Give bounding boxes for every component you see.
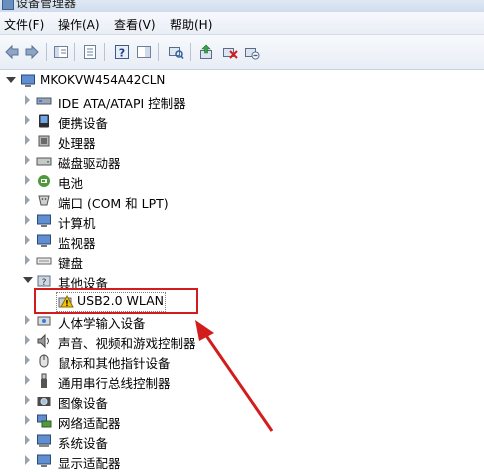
tree-category-item[interactable]: 监视器: [0, 231, 484, 251]
ide-controller-icon: [36, 97, 52, 105]
keyboard-icon: [36, 257, 52, 265]
tree-item-label: 图像设备: [58, 396, 109, 411]
menu-view[interactable]: 查看(V): [114, 16, 156, 33]
tree-item-label: IDE ATA/ATAPI 控制器: [58, 96, 186, 111]
disable-device-icon[interactable]: [244, 44, 260, 60]
tree-item-label: 网络适配器: [58, 416, 121, 431]
view-pane-icon[interactable]: [136, 44, 152, 60]
monitor-icon: [37, 234, 51, 247]
tree-category-item[interactable]: 处理器: [0, 131, 484, 151]
expand-arrow-icon[interactable]: [25, 195, 30, 205]
tree-category-item[interactable]: 端口 (COM 和 LPT): [0, 191, 484, 211]
expand-arrow-icon[interactable]: [25, 175, 30, 185]
expand-arrow-icon[interactable]: [25, 315, 30, 325]
usb-icon: [41, 373, 47, 388]
title-bar: 设备管理器: [0, 0, 484, 12]
mouse-icon: [39, 354, 49, 368]
tree-category-item[interactable]: 鼠标和其他指针设备: [0, 351, 484, 371]
tree-category-item[interactable]: 人体学输入设备: [0, 311, 484, 331]
expand-arrow-icon[interactable]: [25, 255, 30, 265]
update-driver-icon[interactable]: [198, 44, 214, 60]
expand-arrow-icon[interactable]: [25, 95, 30, 105]
tree-category-item[interactable]: 显示适配器: [0, 451, 484, 471]
tree-item-label: 人体学输入设备: [58, 316, 146, 331]
network-adapter-icon: [37, 414, 52, 428]
display-adapter-icon: [37, 454, 51, 467]
expand-arrow-icon[interactable]: [25, 355, 30, 365]
tree-category-item[interactable]: 电池: [0, 171, 484, 191]
device-manager-icon: [2, 0, 14, 10]
collapse-arrow-icon[interactable]: [23, 277, 33, 283]
processor-icon: [38, 135, 50, 147]
computer-icon: [37, 214, 51, 227]
svg-text:?: ?: [119, 47, 125, 60]
expand-arrow-icon[interactable]: [25, 215, 30, 225]
system-device-icon: [37, 434, 51, 447]
toolbar: ?: [0, 35, 484, 70]
computer-name: MKOKVW454A42CLN: [40, 73, 166, 87]
menu-help[interactable]: 帮助(H): [170, 16, 212, 33]
tree-item-label: 电池: [58, 176, 84, 191]
tree-category-item[interactable]: 磁盘驱动器: [0, 151, 484, 171]
tree-item-label: 端口 (COM 和 LPT): [58, 196, 169, 211]
window-title: 设备管理器: [16, 0, 77, 10]
expand-arrow-icon[interactable]: [25, 115, 30, 125]
computer-icon: [21, 74, 35, 87]
hid-icon: [37, 316, 51, 326]
svg-text:?: ?: [42, 278, 47, 288]
show-hide-tree-icon[interactable]: [53, 44, 69, 60]
menu-bar: 文件(F) 操作(A) 查看(V) 帮助(H): [0, 12, 484, 35]
tree-category-item[interactable]: 声音、视频和游戏控制器: [0, 331, 484, 351]
battery-icon: [38, 175, 50, 187]
expand-arrow-icon[interactable]: [25, 415, 30, 425]
tree-item-label: 显示适配器: [58, 456, 121, 471]
portable-device-icon: [39, 114, 49, 128]
tree-item-label: 计算机: [58, 216, 96, 231]
expand-arrow-icon[interactable]: [25, 435, 30, 445]
tree-root[interactable]: MKOKVW454A42CLN: [0, 71, 484, 91]
tree-item-label: 鼠标和其他指针设备: [58, 356, 171, 371]
device-tree: MKOKVW454A42CLN IDE ATA/ATAPI 控制器 便携设备处理器…: [0, 70, 484, 471]
collapse-arrow-icon[interactable]: [6, 77, 16, 83]
tree-item-label: 通用串行总线控制器: [58, 376, 171, 391]
tree-item-label: 便携设备: [58, 116, 109, 131]
tree-item-label: 系统设备: [58, 436, 109, 451]
tree-category-item[interactable]: 便携设备: [0, 111, 484, 131]
tree-category-item[interactable]: 系统设备: [0, 431, 484, 451]
tree-category-item[interactable]: IDE ATA/ATAPI 控制器: [0, 91, 484, 111]
sound-icon: [37, 333, 49, 349]
imaging-icon: [37, 397, 51, 406]
properties-icon[interactable]: [82, 44, 98, 60]
tree-category-item[interactable]: 通用串行总线控制器: [0, 371, 484, 391]
scan-hardware-icon[interactable]: [168, 44, 184, 60]
menu-file[interactable]: 文件(F): [4, 16, 44, 33]
uninstall-icon[interactable]: [222, 44, 238, 60]
tree-category-item[interactable]: 网络适配器: [0, 411, 484, 431]
tree-item-label: 键盘: [58, 256, 84, 271]
menu-action[interactable]: 操作(A): [58, 16, 100, 33]
tree-item-label: 声音、视频和游戏控制器: [58, 336, 196, 351]
expand-arrow-icon[interactable]: [25, 135, 30, 145]
expand-arrow-icon[interactable]: [25, 235, 30, 245]
tree-item-label: 处理器: [58, 136, 96, 151]
expand-arrow-icon[interactable]: [25, 335, 30, 345]
port-icon: [38, 195, 50, 206]
tree-category-item[interactable]: 键盘: [0, 251, 484, 271]
selection-focus-frame: [56, 292, 166, 312]
tree-item-label: 磁盘驱动器: [58, 156, 121, 171]
help-icon[interactable]: ?: [114, 44, 130, 60]
expand-arrow-icon[interactable]: [25, 375, 30, 385]
expand-arrow-icon[interactable]: [25, 395, 30, 405]
expand-arrow-icon[interactable]: [25, 155, 30, 165]
back-icon[interactable]: [4, 44, 20, 60]
tree-category-item[interactable]: 计算机: [0, 211, 484, 231]
forward-icon[interactable]: [24, 44, 40, 60]
tree-category-item[interactable]: 图像设备: [0, 391, 484, 411]
disk-drive-icon: [36, 157, 52, 166]
tree-item-label: 监视器: [58, 236, 96, 251]
expand-arrow-icon[interactable]: [25, 455, 30, 465]
unknown-device-icon: ?: [37, 275, 51, 288]
